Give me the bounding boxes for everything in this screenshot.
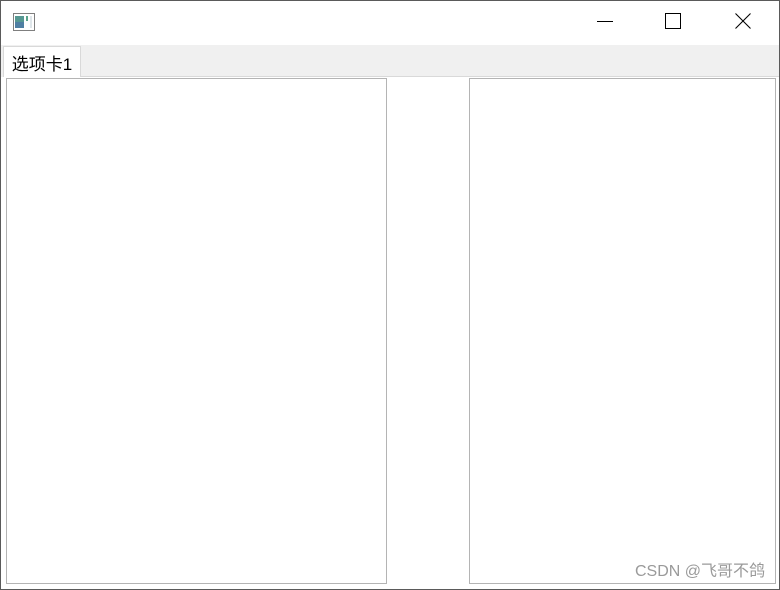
minimize-button[interactable] [571,1,639,45]
close-icon [735,12,751,34]
app-window-icon [13,13,35,31]
title-bar[interactable] [1,1,779,45]
right-panel[interactable] [469,78,776,584]
main-window: 选项卡1 CSDN @飞哥不鸽 [0,0,780,590]
tab-bar: 选项卡1 [1,45,779,77]
minimize-icon [597,13,613,34]
maximize-button[interactable] [639,1,707,45]
tab-bar-divider [81,76,779,77]
left-panel[interactable] [6,78,387,584]
maximize-icon [665,12,681,34]
watermark: CSDN @飞哥不鸽 [634,563,765,580]
tab-1-label: 选项卡1 [11,54,73,74]
close-button[interactable] [709,1,777,45]
tab-1[interactable]: 选项卡1 [3,46,81,77]
